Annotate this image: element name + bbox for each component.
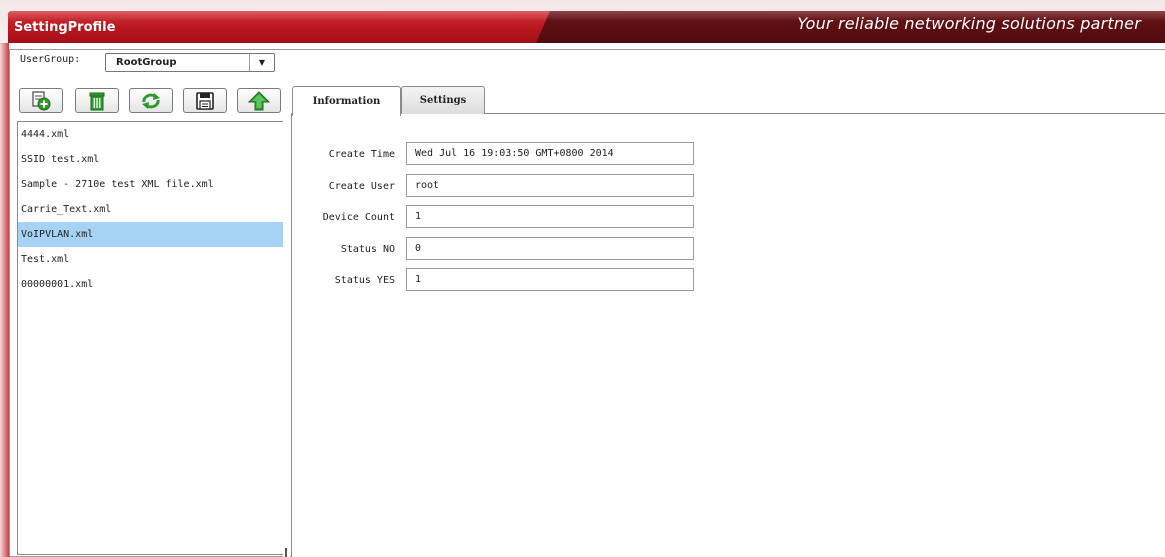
status-yes-field[interactable]: [406, 268, 694, 291]
add-profile-button[interactable]: [19, 88, 63, 113]
status-yes-label: Status YES: [334, 275, 395, 286]
status-no-field[interactable]: [406, 237, 694, 260]
trash-icon: [88, 91, 106, 111]
page-title: SettingProfile: [14, 20, 116, 35]
save-icon: [196, 91, 214, 110]
list-item[interactable]: Carrie_Text.xml: [18, 197, 283, 222]
dropdown-arrow-icon[interactable]: ▼: [249, 54, 274, 71]
status-no-label: Status NO: [340, 244, 395, 255]
create-user-field[interactable]: [406, 174, 694, 197]
save-button[interactable]: [183, 88, 227, 113]
create-time-label: Create Time: [328, 149, 395, 160]
profile-list[interactable]: 4444.xml SSID test.xml Sample - 2710e te…: [17, 121, 284, 555]
add-icon: [30, 90, 52, 111]
usergroup-value: RootGroup: [116, 57, 177, 68]
create-time-field[interactable]: [406, 142, 694, 165]
upload-icon: [248, 90, 270, 111]
list-item[interactable]: Sample - 2710e test XML file.xml: [18, 172, 283, 197]
refresh-icon: [140, 92, 162, 110]
panel-splitter[interactable]: [283, 121, 290, 557]
device-count-label: Device Count: [322, 212, 395, 223]
upload-button[interactable]: [237, 88, 281, 113]
left-edge-decoration: [0, 43, 9, 557]
brand-tagline: Your reliable networking solutions partn…: [797, 14, 1141, 33]
refresh-button[interactable]: [129, 88, 173, 113]
list-item[interactable]: 4444.xml: [18, 122, 283, 147]
list-item[interactable]: SSID test.xml: [18, 147, 283, 172]
usergroup-select[interactable]: RootGroup ▼: [105, 53, 275, 72]
tab-settings[interactable]: Settings: [401, 86, 485, 114]
list-item[interactable]: 00000001.xml: [18, 272, 283, 297]
list-item-selected[interactable]: VoIPVLAN.xml: [18, 222, 283, 247]
list-item[interactable]: Test.xml: [18, 247, 283, 272]
device-count-field[interactable]: [406, 205, 694, 228]
create-user-label: Create User: [328, 181, 395, 192]
tab-information[interactable]: Information: [292, 86, 401, 116]
usergroup-label: UserGroup:: [20, 54, 81, 65]
splitter-handle[interactable]: [285, 548, 287, 557]
delete-profile-button[interactable]: [75, 88, 119, 113]
